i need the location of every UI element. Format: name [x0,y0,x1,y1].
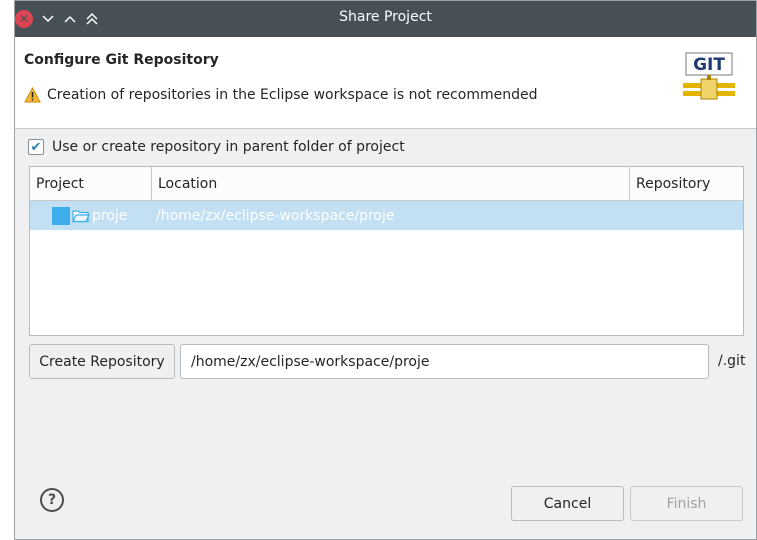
column-header-repository[interactable]: Repository [630,167,743,201]
warning-text: Creation of repositories in the Eclipse … [47,87,538,103]
column-header-project[interactable]: Project [30,167,152,201]
git-logo-text: GIT [693,55,725,75]
check-glyph: ✔ [30,139,42,155]
warning-triangle-icon [24,87,41,103]
window-title: Share Project [339,9,432,25]
page-title: Configure Git Repository [24,52,219,68]
repository-path-input[interactable] [180,344,709,379]
folder-icon [72,209,90,222]
git-logo-icon: GIT [683,52,735,100]
column-header-location[interactable]: Location [152,167,630,201]
location-cell: /home/zx/eclipse-workspace/proje [156,207,395,224]
use-parent-label[interactable]: Use or create repository in parent folde… [52,139,405,155]
projects-table: Project Location Repository proje /home/… [29,166,744,336]
project-cell: proje [52,201,127,230]
use-parent-option[interactable]: ✔ Use or create repository in parent fol… [28,139,405,155]
warning-message: Creation of repositories in the Eclipse … [24,87,537,103]
create-repository-button[interactable]: Create Repository [29,344,175,379]
share-project-dialog: ✕ Share Project Configure Git Repository… [14,0,757,540]
table-row[interactable]: proje /home/zx/eclipse-workspace/proje [30,201,743,230]
help-glyph: ? [47,492,57,508]
wizard-banner: Configure Git Repository Creation of rep… [15,37,756,129]
finish-button[interactable]: Finish [630,486,743,521]
title-bar: ✕ Share Project [15,1,756,37]
cancel-button[interactable]: Cancel [511,486,624,521]
help-icon[interactable]: ? [40,488,64,512]
table-header: Project Location Repository [30,167,743,201]
use-parent-checkbox[interactable]: ✔ [28,139,44,155]
project-name: proje [92,207,128,224]
row-check-icon[interactable] [52,206,70,225]
git-suffix-label: /.git [718,353,746,369]
